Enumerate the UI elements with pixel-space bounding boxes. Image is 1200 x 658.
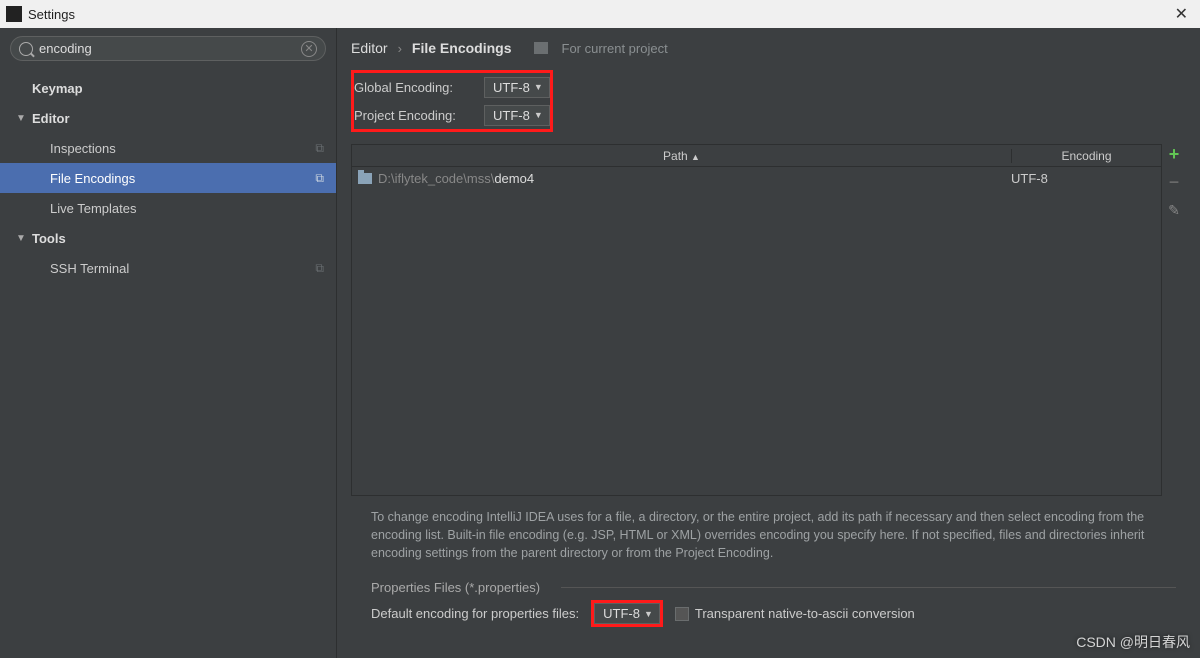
tree-label: Live Templates bbox=[50, 201, 136, 216]
tree-label: Editor bbox=[32, 111, 70, 126]
tree-item-file-encodings[interactable]: File Encodings ⧉ bbox=[0, 163, 336, 193]
project-scope-label: For current project bbox=[562, 41, 668, 56]
highlight-global-project: Global Encoding: UTF-8 ▼ Project Encodin… bbox=[351, 70, 553, 132]
project-badge-icon bbox=[534, 42, 548, 54]
global-encoding-label: Global Encoding: bbox=[354, 80, 484, 95]
search-icon bbox=[19, 42, 33, 56]
tree-item-ssh-terminal[interactable]: SSH Terminal ⧉ bbox=[0, 253, 336, 283]
tree-label: SSH Terminal bbox=[50, 261, 129, 276]
tree-item-keymap[interactable]: Keymap bbox=[0, 73, 336, 103]
chevron-down-icon: ▼ bbox=[16, 233, 28, 244]
chevron-down-icon: ▼ bbox=[16, 113, 28, 124]
tree-label: Inspections bbox=[50, 141, 116, 156]
props-encoding-label: Default encoding for properties files: bbox=[371, 606, 579, 621]
highlight-props-encoding: UTF-8 ▼ bbox=[591, 600, 663, 627]
caret-down-icon: ▼ bbox=[534, 82, 543, 92]
main-panel: Editor › File Encodings For current proj… bbox=[337, 28, 1200, 658]
project-encoding-value: UTF-8 bbox=[493, 108, 530, 123]
global-encoding-value: UTF-8 bbox=[493, 80, 530, 95]
caret-down-icon: ▼ bbox=[534, 110, 543, 120]
folder-icon bbox=[358, 173, 372, 184]
transparent-ascii-option[interactable]: Transparent native-to-ascii conversion bbox=[675, 606, 915, 621]
watermark: CSDN @明日春风 bbox=[1076, 632, 1190, 652]
tree-label: Keymap bbox=[32, 81, 83, 96]
tree-label: Tools bbox=[32, 231, 66, 246]
caret-down-icon: ▼ bbox=[644, 609, 653, 619]
tree-item-inspections[interactable]: Inspections ⧉ bbox=[0, 133, 336, 163]
add-icon[interactable]: + bbox=[1166, 146, 1182, 162]
table-tools: + − ✎ bbox=[1162, 144, 1186, 496]
window-title: Settings bbox=[28, 7, 75, 22]
copy-icon: ⧉ bbox=[315, 261, 324, 276]
path-name: demo4 bbox=[494, 171, 534, 186]
props-encoding-dropdown[interactable]: UTF-8 ▼ bbox=[594, 603, 660, 624]
search-input[interactable] bbox=[35, 39, 301, 58]
crumb-editor[interactable]: Editor bbox=[351, 40, 388, 56]
copy-icon: ⧉ bbox=[315, 171, 324, 186]
path-prefix: D:\iflytek_code\mss\ bbox=[378, 171, 494, 186]
app-icon bbox=[6, 6, 22, 22]
info-text: To change encoding IntelliJ IDEA uses fo… bbox=[351, 496, 1186, 566]
edit-icon[interactable]: ✎ bbox=[1166, 202, 1182, 218]
checkbox-label: Transparent native-to-ascii conversion bbox=[695, 606, 915, 621]
copy-icon: ⧉ bbox=[315, 141, 324, 156]
project-encoding-dropdown[interactable]: UTF-8 ▼ bbox=[484, 105, 550, 126]
encoding-table: Path ▲ Encoding D:\iflytek_code\mss\demo… bbox=[351, 144, 1162, 496]
row-encoding: UTF-8 bbox=[1005, 171, 1155, 186]
checkbox-icon[interactable] bbox=[675, 607, 689, 621]
col-path[interactable]: Path ▲ bbox=[352, 149, 1011, 163]
tree-item-editor[interactable]: ▼ Editor bbox=[0, 103, 336, 133]
remove-icon[interactable]: − bbox=[1166, 174, 1182, 190]
tree-label: File Encodings bbox=[50, 171, 135, 186]
chevron-right-icon: › bbox=[398, 41, 402, 56]
close-icon[interactable]: ✕ bbox=[1169, 4, 1194, 24]
titlebar: Settings ✕ bbox=[0, 0, 1200, 28]
table-row[interactable]: D:\iflytek_code\mss\demo4 UTF-8 bbox=[352, 167, 1161, 190]
clear-search-icon[interactable]: ✕ bbox=[301, 41, 317, 57]
tree-item-live-templates[interactable]: Live Templates bbox=[0, 193, 336, 223]
sidebar: ✕ Keymap ▼ Editor Inspections ⧉ File Enc… bbox=[0, 28, 337, 658]
settings-tree: Keymap ▼ Editor Inspections ⧉ File Encod… bbox=[0, 69, 336, 283]
props-encoding-value: UTF-8 bbox=[603, 606, 640, 621]
col-encoding[interactable]: Encoding bbox=[1011, 149, 1161, 163]
crumb-file-encodings: File Encodings bbox=[412, 40, 512, 56]
breadcrumbs: Editor › File Encodings For current proj… bbox=[351, 40, 1186, 56]
project-encoding-label: Project Encoding: bbox=[354, 108, 484, 123]
sort-asc-icon: ▲ bbox=[691, 152, 700, 162]
tree-item-tools[interactable]: ▼ Tools bbox=[0, 223, 336, 253]
global-encoding-dropdown[interactable]: UTF-8 ▼ bbox=[484, 77, 550, 98]
search-box[interactable]: ✕ bbox=[10, 36, 326, 61]
